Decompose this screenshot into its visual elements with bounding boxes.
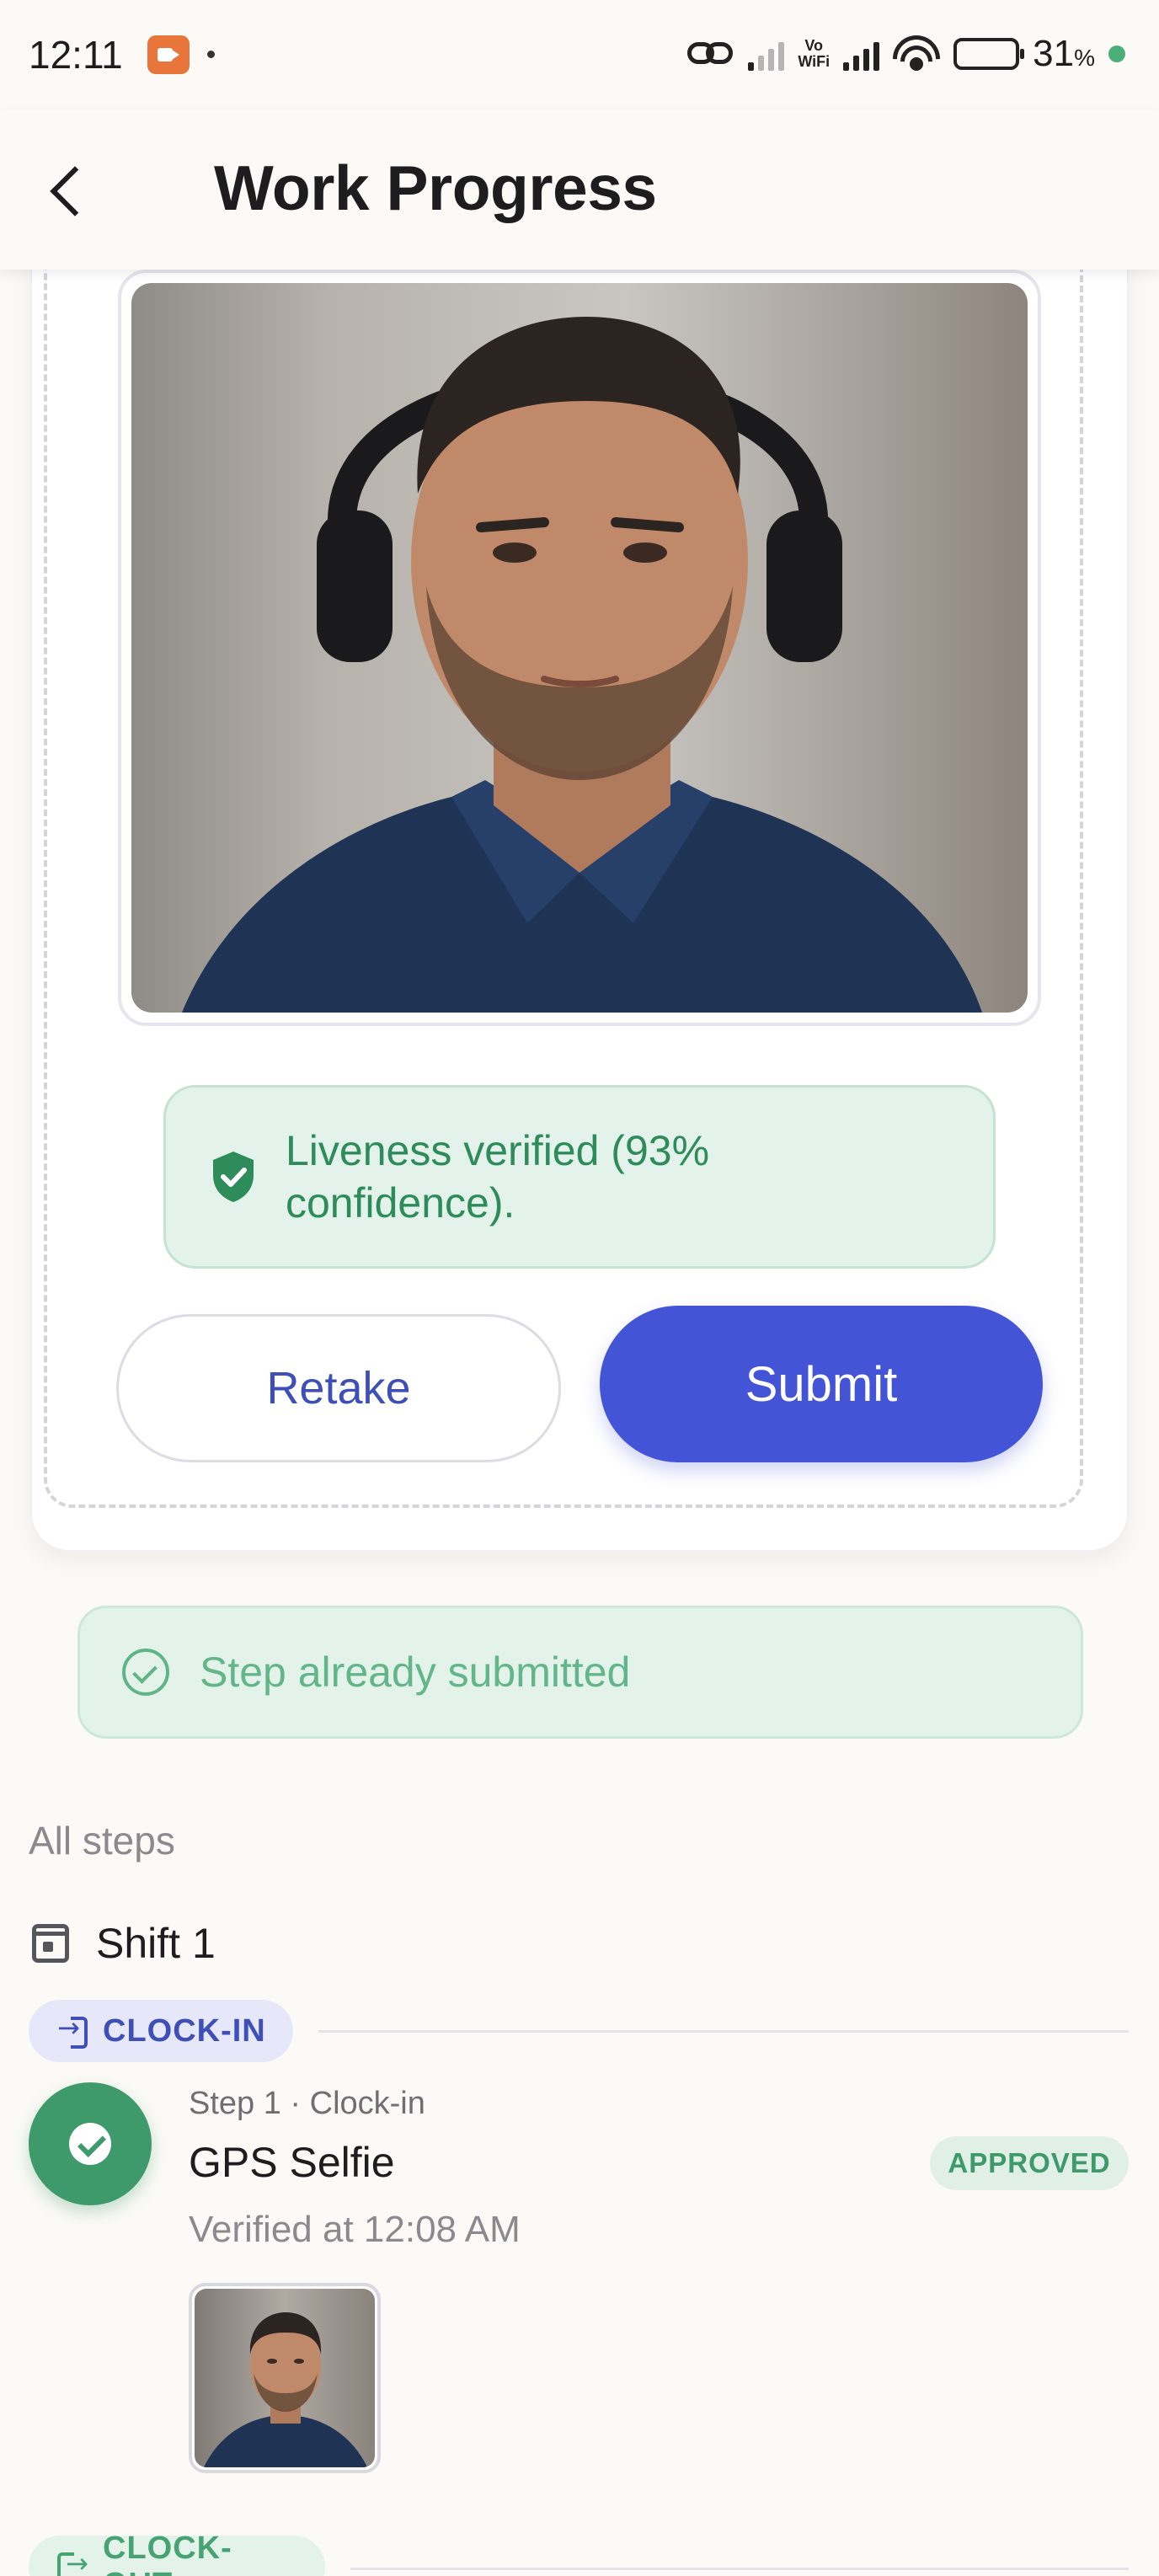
selfie-photo-frame [118, 270, 1041, 1026]
step-selfie-thumbnail[interactable] [189, 2283, 381, 2473]
step-title[interactable]: GPS Selfie [189, 2138, 395, 2187]
privacy-indicator-icon [1108, 45, 1125, 62]
divider [350, 2568, 1129, 2570]
calendar-icon [32, 1924, 69, 1963]
step-approved-icon [29, 2082, 152, 2205]
clock-out-label: CLOCK-OUT [103, 2531, 232, 2576]
check-circle-icon [122, 1649, 169, 1696]
battery-icon [953, 38, 1025, 70]
logout-icon [57, 2547, 88, 2576]
signal-weak-icon [748, 37, 785, 71]
shift-label: Shift 1 [96, 1920, 216, 1967]
login-icon [57, 2012, 88, 2049]
retake-button[interactable]: Retake [116, 1314, 561, 1462]
shift-header: Shift 1 [32, 1917, 216, 1969]
clock-in-label: CLOCK-IN [103, 2012, 266, 2049]
back-arrow-icon[interactable] [42, 155, 93, 222]
status-icons: Vo WiFi 31% [687, 30, 1125, 77]
wifi-icon [893, 35, 941, 72]
status-bar: 12:11 Vo WiFi 31% [0, 0, 1159, 110]
status-badge: APPROVED [930, 2136, 1129, 2190]
battery-percent: 31% [1033, 33, 1095, 74]
signal-icon [843, 37, 880, 71]
link-icon [687, 39, 734, 69]
step-meta: Step 1 · Clock-in [189, 2086, 425, 2121]
notification-dot-icon [207, 51, 215, 58]
status-time: 12:11 [29, 33, 123, 77]
liveness-status: Liveness verified (93% confidence). [163, 1085, 996, 1269]
video-app-icon [147, 35, 190, 74]
clock-out-chip: CLOCK-OUT [29, 2531, 325, 2576]
divider [318, 2030, 1129, 2033]
shield-check-icon [213, 1152, 254, 1202]
step-submitted-text: Step already submitted [200, 1649, 631, 1696]
step-submitted-notice: Step already submitted [77, 1606, 1083, 1739]
submit-button[interactable]: Submit [600, 1306, 1043, 1462]
selfie-photo [131, 283, 1028, 1013]
page-title: Work Progress [214, 152, 657, 223]
liveness-text: Liveness verified (93% confidence). [286, 1127, 710, 1227]
all-steps-heading: All steps [29, 1819, 175, 1863]
vowifi-icon: Vo WiFi [798, 37, 831, 70]
thumbnail-portrait-illustration [204, 2312, 367, 2467]
step-verified-time: Verified at 12:08 AM [189, 2209, 521, 2250]
app-header: Work Progress [0, 110, 1159, 270]
selfie-portrait-illustration [182, 317, 982, 1013]
clock-in-chip: CLOCK-IN [29, 2000, 293, 2062]
